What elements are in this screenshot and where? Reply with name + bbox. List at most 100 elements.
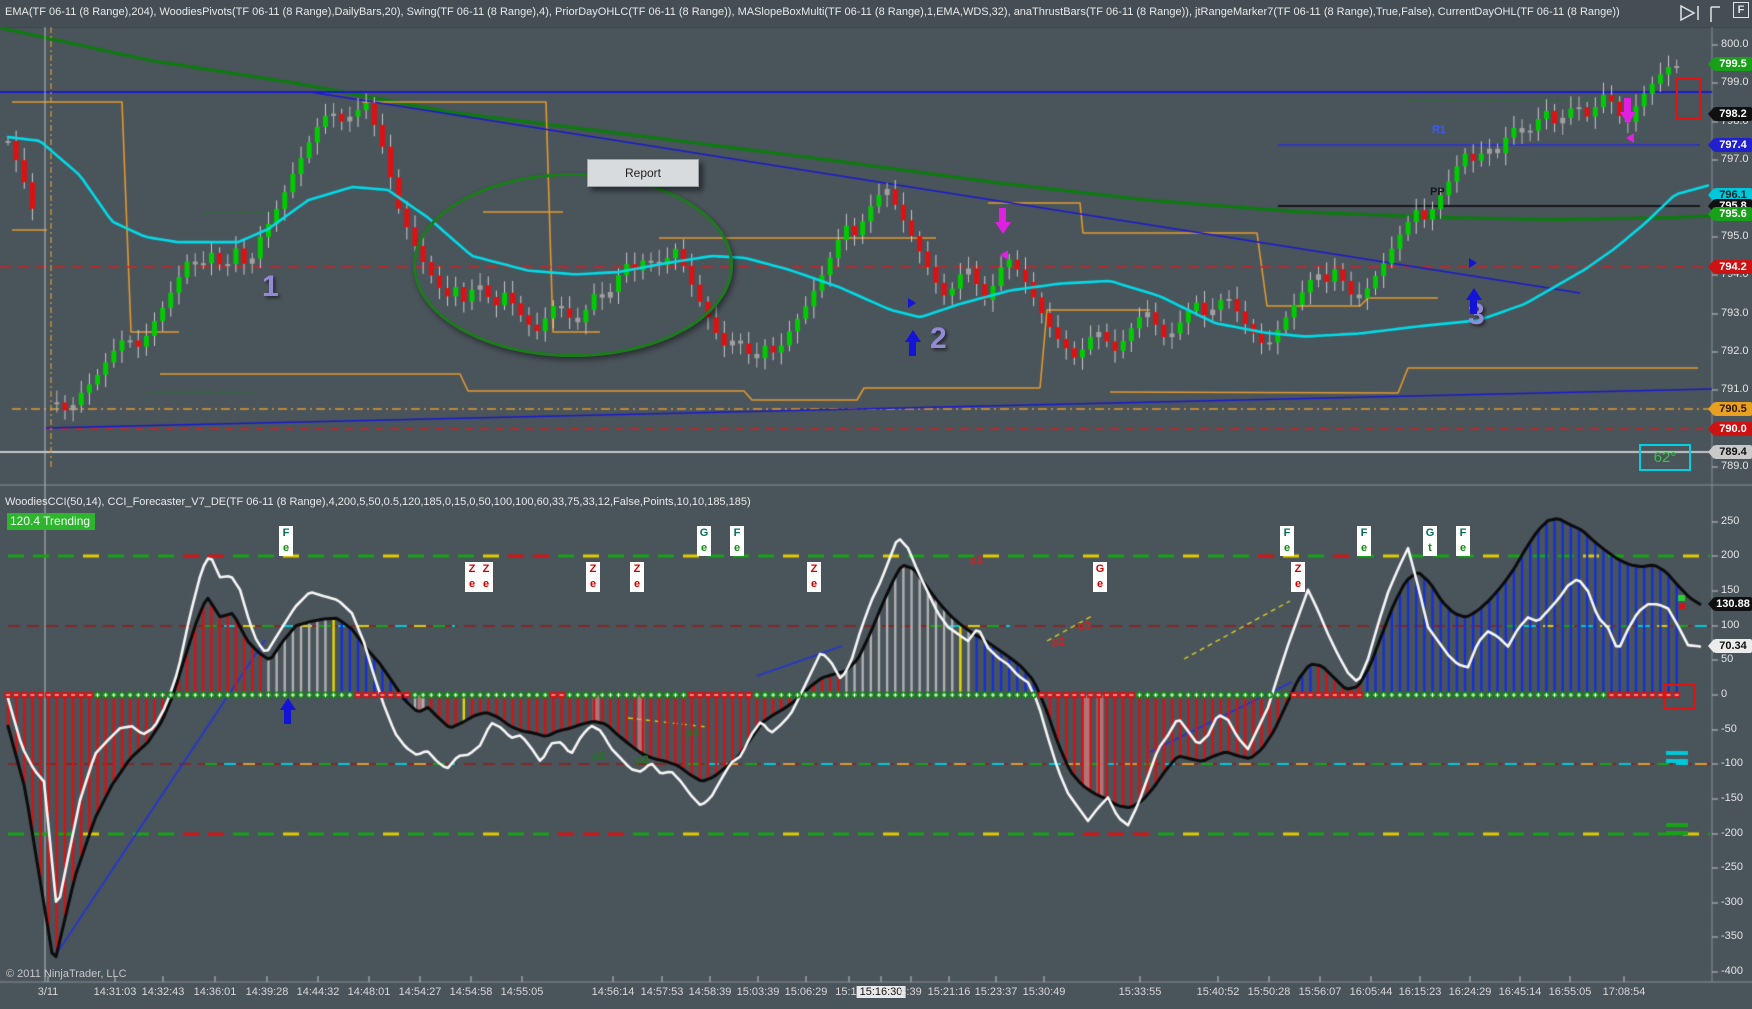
cci-axis-tick-label: 200	[1721, 549, 1740, 561]
cci-signal-marker-above: Fe	[730, 526, 744, 556]
focus-button[interactable]: F	[1733, 2, 1749, 18]
time-axis-label: 16:15:23	[1398, 986, 1442, 998]
tag-pointer	[1708, 445, 1714, 459]
tag-pointer	[1708, 260, 1714, 274]
tag-pointer	[1708, 639, 1714, 653]
time-axis-label: 15:21:16	[927, 986, 971, 998]
cci-signal-marker-below: Ze	[1291, 562, 1305, 592]
buy-tick-triangle	[1469, 258, 1477, 268]
price-axis-tick-label: 799.0	[1721, 76, 1749, 88]
time-axis-label: 15:33:55	[1118, 986, 1162, 998]
sell-signal-arrow	[995, 222, 1011, 234]
angle-readout-box: 62°	[1639, 444, 1691, 471]
price-chart-area[interactable]	[0, 27, 1712, 485]
tag-pointer	[1708, 138, 1714, 152]
time-axis-label: 14:36:01	[193, 986, 237, 998]
cci-axis-tick-label: -250	[1721, 861, 1744, 873]
buy-signal-arrow-stem	[1470, 300, 1477, 314]
price-axis-tick-label: 795.0	[1721, 230, 1749, 242]
cci-pattern-label: p2	[1052, 636, 1065, 648]
time-axis-label: 15:56:07	[1298, 986, 1342, 998]
cci-pattern-label: p2	[636, 754, 649, 766]
cci-axis-tick-label: 50	[1721, 653, 1734, 665]
time-axis-label: 15:06:29	[784, 986, 828, 998]
time-axis-label: 14:39:28	[245, 986, 289, 998]
cci-axis-tick-label: -200	[1721, 827, 1744, 839]
time-axis-label: 14:57:53	[640, 986, 684, 998]
cci-axis-tick-label: -150	[1721, 792, 1744, 804]
tag-pointer	[1708, 107, 1714, 121]
time-axis-label: 16:05:44	[1349, 986, 1393, 998]
price-value-tag: 794.2	[1708, 260, 1752, 274]
cci-signal-marker-below: Ze	[630, 562, 644, 592]
cci-buy-signal-arrow	[280, 698, 296, 710]
buy-signal-arrow	[1466, 288, 1482, 300]
time-axis-label: 14:44:32	[296, 986, 340, 998]
time-axis-label: 16:55:05	[1548, 986, 1592, 998]
cci-indicators-label: WoodiesCCI(50,14), CCI_Forecaster_V7_DE(…	[5, 496, 751, 508]
price-value-tag: 790.0	[1708, 422, 1752, 436]
cci-axis-tick-label: -400	[1721, 965, 1744, 977]
panel-splitter-icon[interactable]	[1708, 4, 1724, 24]
ninjatrader-chart-window: EMA(TF 06-11 (8 Range),204), WoodiesPivo…	[0, 0, 1752, 1009]
pp-pivot-label: PP	[1430, 186, 1445, 198]
cci-signal-marker-above: Fe	[1357, 526, 1371, 556]
highlight-ellipse-annotation	[413, 173, 733, 357]
report-button[interactable]: Report	[587, 159, 699, 187]
cci-indicator-area[interactable]	[0, 485, 1712, 982]
cci-axis-tick-label: 250	[1721, 515, 1740, 527]
price-value-tag: 790.5	[1708, 402, 1752, 416]
time-axis-label: 15:23:37	[974, 986, 1018, 998]
price-axis-tick-label: 792.0	[1721, 345, 1749, 357]
tag-pointer	[1708, 207, 1714, 221]
price-indicators-label: EMA(TF 06-11 (8 Range),204), WoodiesPivo…	[5, 6, 1620, 18]
time-axis-label: 8:39	[900, 986, 922, 998]
cci-pattern-label: p1	[970, 554, 983, 566]
cci-pattern-label: p1	[592, 750, 605, 762]
price-value-tag: 795.6	[1708, 207, 1752, 221]
r1-pivot-label: R1	[1432, 124, 1447, 136]
price-value-tag: 799.5	[1708, 57, 1752, 71]
cci-pattern-label: p3	[1078, 620, 1091, 632]
time-axis-label: 15:30:49	[1022, 986, 1066, 998]
cci-signal-marker-below: Ze	[465, 562, 479, 592]
time-axis-label: 15:03:39	[736, 986, 780, 998]
cci-signal-marker-above: Fe	[1280, 526, 1294, 556]
cci-axis-tick-label: -100	[1721, 757, 1744, 769]
time-axis-label: 14:54:27	[398, 986, 442, 998]
copyright-label: © 2011 NinjaTrader, LLC	[6, 968, 127, 980]
time-axis-label: 15:40:52	[1196, 986, 1240, 998]
cci-signal-marker-below: Ge	[1093, 562, 1107, 592]
cci-signal-marker-above: Fe	[279, 526, 293, 556]
time-axis-label: 14:58:39	[688, 986, 732, 998]
sell-tick-triangle	[1000, 250, 1008, 260]
cci-axis-tick-label: -350	[1721, 930, 1744, 942]
time-axis-label: 17:08:54	[1602, 986, 1646, 998]
buy-tick-triangle	[908, 298, 916, 308]
chart-header-bar: EMA(TF 06-11 (8 Range),204), WoodiesPivo…	[0, 0, 1752, 27]
cci-value-tag: 70.34	[1708, 639, 1752, 653]
cci-signal-marker-below: Ze	[479, 562, 493, 592]
time-axis-label: 14:32:43	[141, 986, 185, 998]
cci-axis-tick-label: 150	[1721, 584, 1740, 596]
time-axis-label: 16:24:29	[1448, 986, 1492, 998]
price-axis[interactable]	[1712, 27, 1752, 485]
time-axis-label: 14:48:01	[347, 986, 391, 998]
cci-signal-marker-above: Fe	[1456, 526, 1470, 556]
time-cursor-label: 15:16:30	[856, 986, 906, 998]
last-bars-highlight-box	[1676, 78, 1701, 119]
price-axis-tick-label: 791.0	[1721, 383, 1749, 395]
cci-trend-badge: 120.4 Trending	[7, 513, 96, 530]
time-axis-label: 16:45:14	[1498, 986, 1542, 998]
elliott-wave-number: 1	[262, 270, 279, 303]
time-axis-label: 14:55:05	[500, 986, 544, 998]
price-value-tag: 798.2	[1708, 107, 1752, 121]
sell-signal-arrow	[1620, 112, 1636, 124]
cci-buy-signal-arrow-stem	[284, 710, 291, 724]
sell-signal-arrow-stem	[999, 208, 1006, 222]
cci-zeroline-highlight-box	[1663, 684, 1695, 709]
scroll-to-end-icon[interactable]	[1679, 4, 1705, 22]
price-value-tag: 789.4	[1708, 445, 1752, 459]
cci-axis-tick-label: 100	[1721, 619, 1740, 631]
time-axis-label: 15:50:28	[1247, 986, 1291, 998]
